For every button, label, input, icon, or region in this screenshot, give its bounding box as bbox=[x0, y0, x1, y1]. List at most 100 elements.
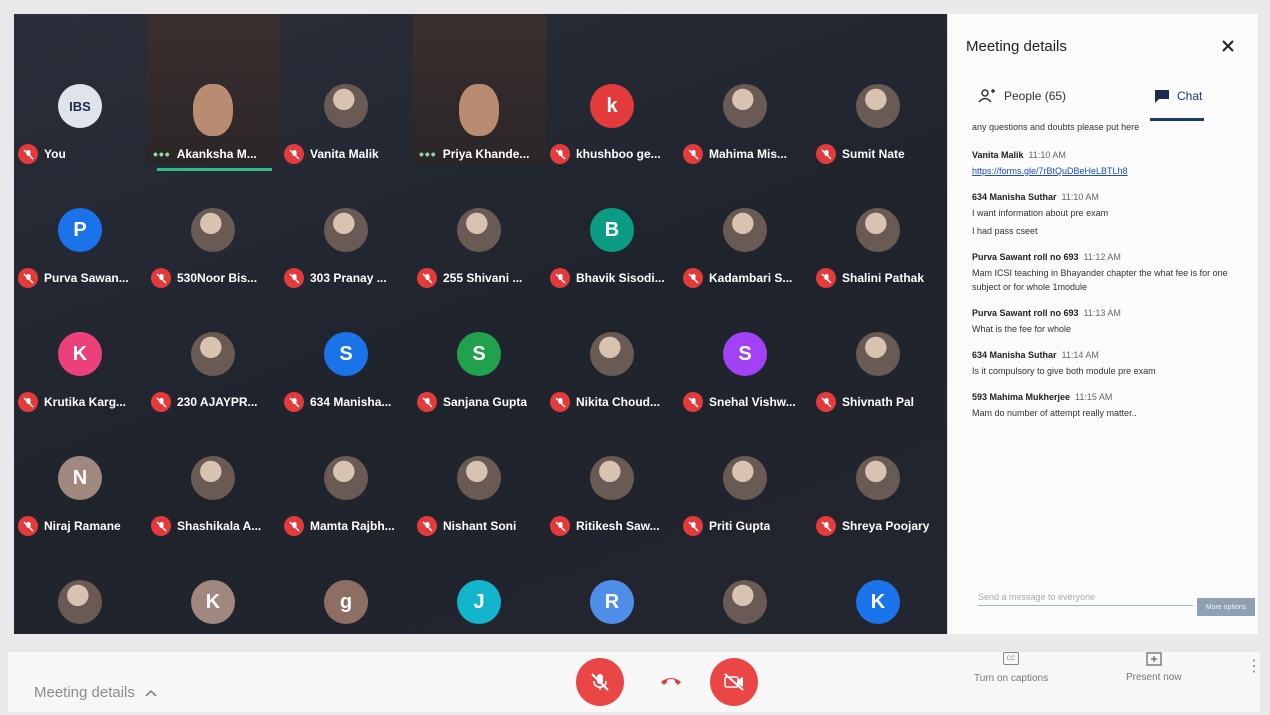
participant-label: Kadambari S... bbox=[679, 268, 812, 288]
participant-tile[interactable]: Sumit Nate bbox=[812, 68, 945, 192]
participant-tile[interactable]: k khushboo ge... bbox=[546, 68, 679, 192]
participant-tile[interactable]: 230 AJAYPR... bbox=[147, 316, 280, 440]
participant-tile[interactable]: Nikita Choud... bbox=[546, 316, 679, 440]
mic-off-icon bbox=[591, 673, 609, 691]
meeting-details-label: Meeting details bbox=[34, 684, 135, 701]
chat-input[interactable]: Send a message to everyone bbox=[978, 592, 1193, 606]
participant-tile[interactable]: K Krutika Karg... bbox=[14, 316, 147, 440]
participant-name: 255 Shivani ... bbox=[443, 271, 523, 285]
more-options-icon[interactable]: ⋮ bbox=[1246, 656, 1262, 676]
more-options-button[interactable]: More options bbox=[1197, 598, 1255, 616]
participant-name: Ritikesh Saw... bbox=[576, 519, 660, 533]
participant-name: Akanksha M... bbox=[176, 147, 257, 161]
chat-message: 593 Mahima Mukherjee 11:15 AM Mam do numbe… bbox=[972, 392, 1242, 420]
leave-call-button[interactable] bbox=[658, 670, 684, 690]
participant-tile[interactable]: kavita gupta bbox=[679, 564, 812, 634]
mic-muted-icon bbox=[151, 392, 171, 412]
participant-label: Shreya Poojary bbox=[812, 516, 945, 536]
avatar: K bbox=[191, 580, 235, 624]
participant-tile[interactable]: Kitty Dubey bbox=[14, 564, 147, 634]
mic-muted-icon bbox=[417, 516, 437, 536]
chat-message-header: Purva Sawant roll no 693 11:12 AM bbox=[972, 252, 1242, 262]
chat-message: 634 Manisha Suthar 11:14 AM Is it compulso… bbox=[972, 350, 1242, 378]
mic-muted-icon bbox=[18, 516, 38, 536]
participant-label: 303 Pranay ... bbox=[280, 268, 413, 288]
avatar bbox=[856, 332, 900, 376]
participant-tile[interactable]: P Purva Sawan... bbox=[14, 192, 147, 316]
participant-tile[interactable]: Shashikala A... bbox=[147, 440, 280, 564]
participant-label: Purva Sawan... bbox=[14, 268, 147, 288]
participant-tile[interactable]: IBS You bbox=[14, 68, 147, 192]
participant-tile[interactable]: Kadambari S... bbox=[679, 192, 812, 316]
chat-link-line: https://forms.gle/7rBtQuDBeHeLBTLh8 bbox=[972, 164, 1242, 178]
chevron-up-icon bbox=[145, 689, 157, 697]
participant-name: Shashikala A... bbox=[177, 519, 262, 533]
participant-tile[interactable]: Nishant Soni bbox=[413, 440, 546, 564]
chat-link[interactable]: https://forms.gle/7rBtQuDBeHeLBTLh8 bbox=[972, 166, 1128, 176]
participant-tile[interactable]: 303 Pranay ... bbox=[280, 192, 413, 316]
participant-tile[interactable]: KKajal Dubey bbox=[812, 564, 945, 634]
mic-muted-icon bbox=[284, 268, 304, 288]
participant-tile[interactable]: Mamta Rajbh... bbox=[280, 440, 413, 564]
participant-tile[interactable]: Mahima Mis... bbox=[679, 68, 812, 192]
tab-people[interactable]: People (65) bbox=[978, 88, 1066, 104]
participant-tile[interactable]: RRuchika Dalvi bbox=[546, 564, 679, 634]
avatar bbox=[324, 208, 368, 252]
avatar bbox=[723, 580, 767, 624]
avatar bbox=[191, 456, 235, 500]
participant-tile[interactable]: N Niraj Ramane bbox=[14, 440, 147, 564]
chat-text: Is it compulsory to give both module pre… bbox=[972, 366, 1156, 376]
participant-label: Priti Gupta bbox=[679, 516, 812, 536]
participant-tile[interactable]: JJiger Punmiya bbox=[413, 564, 546, 634]
participant-tile[interactable]: Shreya Poojary bbox=[812, 440, 945, 564]
avatar bbox=[590, 456, 634, 500]
participant-tile[interactable]: Ritikesh Saw... bbox=[546, 440, 679, 564]
camera-off-button[interactable] bbox=[710, 658, 758, 706]
participant-tile[interactable]: 255 Shivani ... bbox=[413, 192, 546, 316]
participant-tile[interactable]: ggauri rathod bbox=[280, 564, 413, 634]
video-feed bbox=[147, 14, 280, 164]
avatar bbox=[856, 208, 900, 252]
participant-tile[interactable]: 530Noor Bis... bbox=[147, 192, 280, 316]
chat-sender: Purva Sawant roll no 693 bbox=[972, 252, 1079, 262]
participant-tile[interactable]: Shivnath Pal bbox=[812, 316, 945, 440]
avatar: R bbox=[590, 580, 634, 624]
participant-video-face bbox=[193, 84, 233, 136]
chat-text: What is the fee for whole bbox=[972, 324, 1072, 334]
chat-top-line: any questions and doubts please put here bbox=[972, 122, 1140, 132]
captions-button[interactable]: CC Turn on captions bbox=[974, 652, 1048, 684]
participant-label: Vanita Malik bbox=[280, 144, 413, 164]
present-now-button[interactable]: Present now bbox=[1126, 652, 1182, 683]
participant-tile[interactable]: S 634 Manisha... bbox=[280, 316, 413, 440]
participant-tile[interactable]: Shalini Pathak bbox=[812, 192, 945, 316]
chat-sender: 634 Manisha Suthar bbox=[972, 192, 1057, 202]
participant-label: Sumit Nate bbox=[812, 144, 945, 164]
mic-off-button[interactable] bbox=[576, 658, 624, 706]
close-icon[interactable] bbox=[1220, 38, 1236, 54]
participant-tile[interactable]: KKomal Parmar bbox=[147, 564, 280, 634]
participant-tile[interactable]: ••• Priya Khande... bbox=[413, 14, 546, 192]
participant-name: Mamta Rajbh... bbox=[310, 519, 395, 533]
participant-tile[interactable]: S Sanjana Gupta bbox=[413, 316, 546, 440]
participant-tile[interactable]: Priti Gupta bbox=[679, 440, 812, 564]
mic-muted-icon bbox=[683, 268, 703, 288]
speaking-indicator-icon: ••• bbox=[153, 146, 171, 162]
mic-muted-icon bbox=[417, 392, 437, 412]
participant-tile[interactable]: Vanita Malik bbox=[280, 68, 413, 192]
avatar: S bbox=[324, 332, 368, 376]
meeting-details-panel: Meeting details People (65) Chat any que… bbox=[947, 14, 1258, 634]
tab-people-label: People (65) bbox=[1004, 89, 1067, 103]
chat-timestamp: 11:14 AM bbox=[1061, 350, 1099, 360]
participant-tile[interactable]: B Bhavik Sisodi... bbox=[546, 192, 679, 316]
meeting-details-toggle[interactable]: Meeting details bbox=[34, 684, 157, 701]
chat-message-header: Purva Sawant roll no 693 11:13 AM bbox=[972, 308, 1242, 318]
chat-sender: 593 Mahima Mukherjee bbox=[972, 392, 1071, 402]
participant-name: Priti Gupta bbox=[709, 519, 771, 533]
chat-text: Mam ICSI teaching in Bhayander chapter t… bbox=[972, 268, 1228, 292]
participant-name: Nikita Choud... bbox=[576, 395, 660, 409]
tab-chat[interactable]: Chat bbox=[1153, 88, 1202, 104]
chat-message-header: Vanita Malik 11:10 AM bbox=[972, 150, 1242, 160]
participant-tile[interactable]: ••• Akanksha M... bbox=[147, 14, 280, 192]
participant-tile[interactable]: S Snehal Vishw... bbox=[679, 316, 812, 440]
chat-timestamp: 11:10 AM bbox=[1028, 150, 1066, 160]
